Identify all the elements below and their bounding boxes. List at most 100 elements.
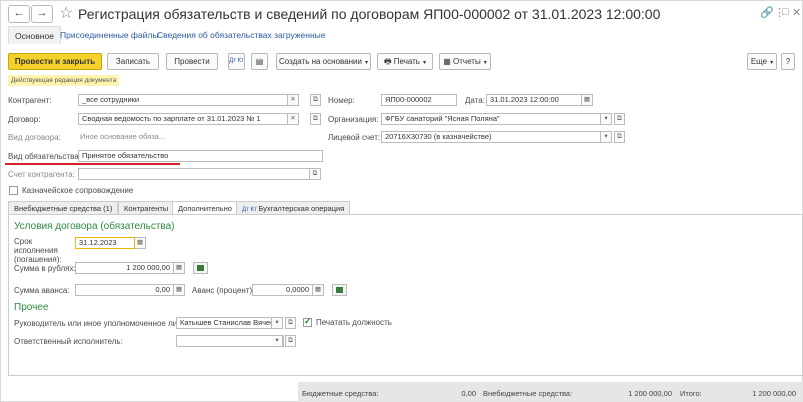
account-field[interactable]: 20716Х30730 (в казначействе) [381, 131, 601, 143]
date-field[interactable]: 31.01.2023 12:00:00 [486, 94, 582, 106]
treasury-checkbox[interactable] [9, 186, 18, 195]
open-icon[interactable]: ⧉ [614, 131, 625, 143]
tab-extra-budget[interactable]: Внебюджетные средства (1) [8, 201, 119, 215]
contractor-account-field[interactable] [78, 168, 310, 180]
dropdown-icon[interactable]: ▾ [272, 317, 283, 329]
print-position-label: Печатать должность [316, 318, 392, 327]
arrow-right-icon: → [36, 7, 48, 19]
obligation-type-label: Вид обязательства: [8, 152, 81, 161]
number-label: Номер: [328, 96, 355, 105]
advance-percent-field[interactable]: 0,0000 [252, 284, 313, 296]
dt-kt-button[interactable]: Дт Кт [228, 53, 245, 70]
caret-down-icon: ▾ [364, 60, 368, 66]
clear-icon[interactable]: ✕ [288, 94, 299, 106]
maximize-icon[interactable]: □ [782, 6, 789, 18]
window-title: Регистрация обязательств и сведений по д… [78, 6, 661, 22]
obligation-type-field[interactable]: Принятое обязательство [78, 150, 323, 162]
advance-label: Сумма аванса: [14, 286, 70, 295]
create-based-on-label: Создать на основании [278, 57, 362, 66]
organization-field[interactable]: ФГБУ санаторий "Ясная Поляна" [381, 113, 601, 125]
contractor-account-label: Счет контрагента: [8, 170, 75, 179]
account-label: Лицевой счет: [328, 133, 381, 142]
more-label: Еще [750, 57, 768, 66]
print-position-checkbox[interactable] [303, 316, 312, 327]
open-icon[interactable]: ⧉ [285, 335, 296, 347]
back-button[interactable]: ← [8, 5, 30, 23]
budget-value: 0,00 [461, 389, 476, 398]
calendar-icon[interactable]: ▦ [582, 94, 593, 106]
dropdown-icon[interactable]: ▾ [601, 131, 612, 143]
contract-field[interactable]: Сводная ведомость по зарплате от 31.01.2… [78, 113, 288, 125]
head-field[interactable]: Катышев Станислав Вячес [176, 317, 272, 329]
tab-loaded-obligations[interactable]: Сведения об обязательствах загруженные [157, 26, 325, 44]
contract-terms-heading: Условия договора (обязательства) [14, 221, 175, 232]
dt-kt-icon: Дт Кт [229, 58, 244, 64]
post-button[interactable]: Провести [166, 53, 218, 70]
contract-type-label: Вид договора: [8, 133, 61, 142]
dropdown-icon[interactable]: ▾ [272, 335, 283, 347]
budget-label: Бюджетные средства: [302, 389, 379, 398]
print-label: Печать [393, 57, 420, 66]
due-date-field[interactable]: 31.12.2023 [75, 237, 135, 249]
create-based-on-button[interactable]: Создать на основании ▾ [276, 53, 371, 70]
tab-attached-files[interactable]: Присоединенные файлы [60, 26, 158, 44]
advance-field[interactable]: 0,00 [75, 284, 174, 296]
tab-main[interactable]: Основное [8, 26, 61, 44]
calculate-button[interactable] [332, 284, 347, 296]
reports-icon: ▦ [443, 57, 454, 66]
calculator-icon[interactable]: ▦ [174, 262, 185, 274]
tab-additional[interactable]: Дополнительно [172, 201, 238, 215]
document-list-button[interactable]: ▤ [251, 53, 268, 70]
other-heading: Прочее [14, 302, 49, 313]
calendar-icon[interactable]: ▦ [135, 237, 146, 249]
tab-accounting-operation-label: Бухгалтерская операция [258, 204, 345, 213]
print-button[interactable]: 🖶 Печать ▾ [377, 53, 433, 70]
favorite-star-icon[interactable]: ☆ [59, 3, 73, 23]
tab-accounting-operation[interactable]: Дт Кт Бухгалтерская операция [236, 201, 351, 215]
treasury-label: Казначейское сопровождение [22, 186, 134, 195]
calculator-icon[interactable]: ▦ [313, 284, 324, 296]
calculator-icon[interactable]: ▦ [174, 284, 185, 296]
dropdown-icon[interactable]: ▾ [601, 113, 612, 125]
open-icon[interactable]: ⧉ [310, 113, 321, 125]
more-button[interactable]: Еще ▾ [747, 53, 777, 70]
number-field[interactable]: ЯП00-000002 [381, 94, 457, 106]
list-icon: ▤ [255, 57, 264, 66]
due-date-label: Срок исполнения (погашения): [14, 237, 62, 264]
sum-rub-label: Сумма в рублях: [14, 264, 76, 273]
contract-type-value: Иное основание обяза... [80, 132, 166, 141]
current-revision-banner: Действующая редакция документа [8, 75, 120, 86]
reports-label: Отчеты [453, 57, 481, 66]
arrow-left-icon: ← [13, 7, 25, 19]
contract-label: Договор: [8, 115, 41, 124]
contractor-label: Контрагент: [8, 96, 52, 105]
save-button[interactable]: Записать [107, 53, 159, 70]
open-icon[interactable]: ⧉ [310, 168, 321, 180]
sum-rub-field[interactable]: 1 200 000,00 [75, 262, 174, 274]
organization-label: Организация: [328, 115, 379, 124]
executor-field[interactable] [176, 335, 284, 347]
date-label: Дата: [465, 96, 485, 105]
forward-button[interactable]: → [31, 5, 53, 23]
clear-icon[interactable]: ✕ [288, 113, 299, 125]
caret-down-icon: ▾ [422, 60, 426, 66]
contractor-field[interactable]: _все сотрудники [78, 94, 288, 106]
tab-contractors[interactable]: Контрагенты [118, 201, 175, 215]
close-icon[interactable]: ✕ [792, 6, 801, 19]
reports-button[interactable]: ▦ Отчеты ▾ [439, 53, 491, 70]
total-label: Итого: [680, 389, 702, 398]
open-icon[interactable]: ⧉ [285, 317, 296, 329]
post-and-close-button[interactable]: Провести и закрыть [8, 53, 102, 70]
dt-kt-icon: Дт Кт [242, 207, 259, 213]
help-button[interactable]: ? [781, 53, 795, 70]
extra-budget-label: Внебюджетные средства: [483, 389, 573, 398]
open-icon[interactable]: ⧉ [614, 113, 625, 125]
head-label: Руководитель или иное уполномоченное лиц… [14, 319, 189, 328]
link-icon[interactable]: 🔗 [760, 6, 774, 19]
caret-down-icon: ▾ [483, 60, 487, 66]
advance-percent-label: Аванс (процент): [192, 286, 255, 295]
executor-label: Ответственный исполнитель: [14, 337, 123, 346]
open-icon[interactable]: ⧉ [310, 94, 321, 106]
highlight-underline [5, 163, 180, 165]
calculate-button[interactable] [193, 262, 208, 274]
